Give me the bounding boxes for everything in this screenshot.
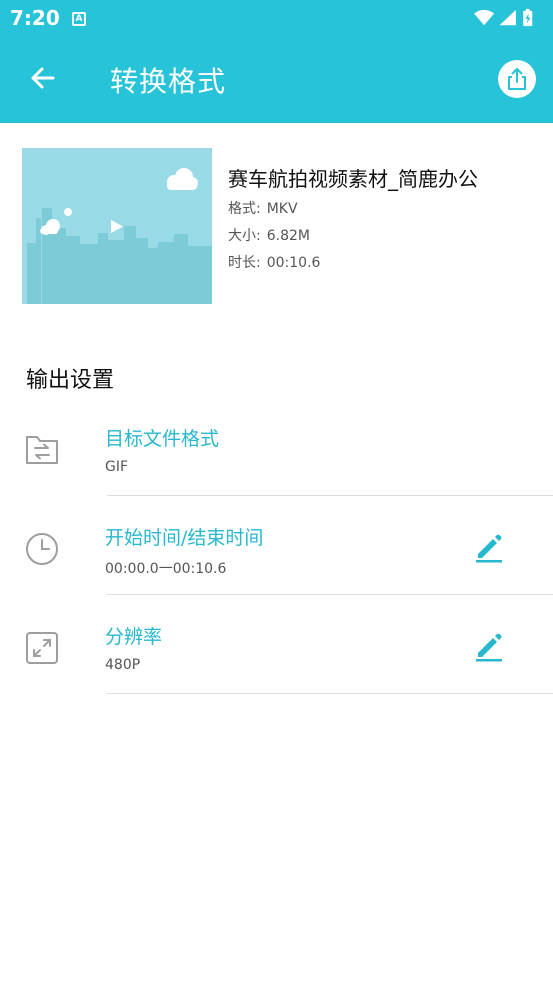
setting-resolution[interactable]: 分辨率 480P xyxy=(0,596,553,694)
video-name: 赛车航拍视频素材_简鹿办公 xyxy=(228,167,478,191)
divider xyxy=(107,594,553,595)
signal-icon xyxy=(499,9,516,26)
pencil-icon[interactable] xyxy=(472,530,506,564)
setting-label: 分辨率 xyxy=(105,626,163,648)
clock-icon xyxy=(26,533,58,565)
status-bar: 7:20 A xyxy=(0,0,553,38)
share-button[interactable] xyxy=(498,60,536,98)
size-value: 6.82M xyxy=(266,228,310,244)
setting-time-range[interactable]: 开始时间/结束时间 00:00.0一00:10.6 xyxy=(0,497,553,595)
back-button[interactable] xyxy=(22,58,62,98)
city-illustration xyxy=(22,148,212,304)
video-thumbnail[interactable] xyxy=(22,148,212,304)
page-title: 转换格式 xyxy=(110,65,227,98)
section-title: 输出设置 xyxy=(26,368,115,393)
setting-value: 480P xyxy=(105,657,141,673)
video-info: 赛车航拍视频素材_简鹿办公 格式: MKV 大小: 6.82M 时长: 00:10.6 xyxy=(0,123,553,323)
divider xyxy=(107,693,553,694)
status-time: 7:20 xyxy=(10,6,60,30)
arrow-left-icon xyxy=(31,67,55,89)
video-format: 格式: MKV xyxy=(228,198,298,218)
video-size: 大小: 6.82M xyxy=(228,225,310,245)
folder-convert-icon xyxy=(26,436,58,464)
format-value: MKV xyxy=(266,201,298,217)
duration-value: 00:10.6 xyxy=(266,255,321,271)
wifi-icon xyxy=(474,9,495,26)
status-icons xyxy=(474,8,533,27)
size-label: 大小: xyxy=(228,228,261,244)
setting-label: 开始时间/结束时间 xyxy=(105,527,264,549)
setting-value: GIF xyxy=(105,459,129,475)
setting-value: 00:00.0一00:10.6 xyxy=(105,561,227,577)
pencil-icon[interactable] xyxy=(472,629,506,663)
divider xyxy=(107,495,553,496)
duration-label: 时长: xyxy=(228,255,261,271)
share-icon xyxy=(508,68,526,90)
expand-icon xyxy=(26,632,58,664)
setting-label: 目标文件格式 xyxy=(105,428,220,450)
setting-target-format[interactable]: 目标文件格式 GIF xyxy=(0,398,553,496)
app-bar: 转换格式 xyxy=(0,38,553,123)
video-duration: 时长: 00:10.6 xyxy=(228,252,320,272)
notification-icon: A xyxy=(72,12,86,26)
format-label: 格式: xyxy=(228,201,261,217)
